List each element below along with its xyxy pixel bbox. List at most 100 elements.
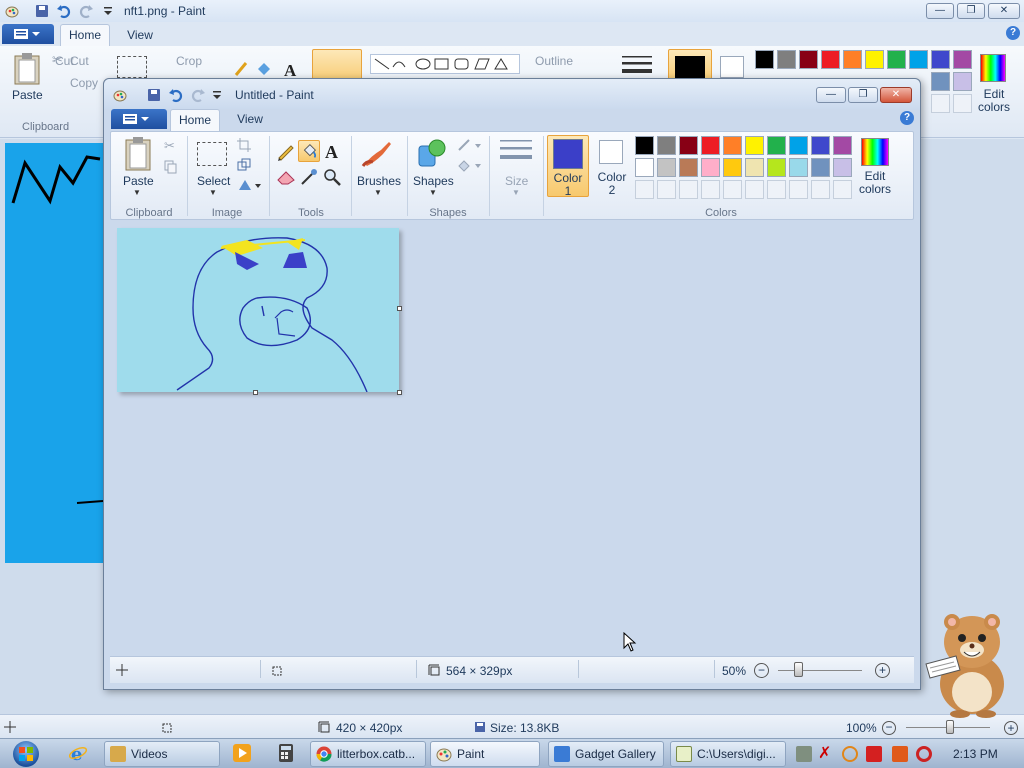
select-icon[interactable] [197, 142, 227, 166]
palette-swatch[interactable] [789, 136, 808, 155]
zoom-out-button[interactable]: − [882, 721, 896, 735]
taskbar-item-paint[interactable]: Paint [430, 741, 540, 767]
custom-swatch[interactable] [789, 180, 808, 199]
save-icon[interactable] [34, 3, 50, 19]
text-icon[interactable]: A [321, 140, 343, 162]
help-icon[interactable]: ? [900, 111, 914, 125]
custom-swatch[interactable] [833, 180, 852, 199]
shape-fill-icon[interactable] [457, 158, 483, 172]
taskbar-item-chrome[interactable]: litterbox.catb... [310, 741, 426, 767]
color2-button[interactable]: Color 2 [591, 135, 633, 197]
custom-swatch[interactable] [931, 94, 950, 113]
brushes-dropdown-icon[interactable]: ▼ [374, 188, 382, 197]
close-button[interactable]: ✕ [988, 3, 1020, 19]
paste-label[interactable]: Paste [123, 174, 154, 188]
paint-menu-button[interactable] [111, 109, 167, 129]
brushes-icon[interactable] [361, 136, 395, 170]
palette-swatch[interactable] [811, 158, 830, 177]
calculator-icon[interactable] [276, 743, 296, 763]
internet-explorer-icon[interactable]: e [68, 743, 88, 763]
palette-swatch[interactable] [701, 136, 720, 155]
canvas-resize-handle-corner[interactable] [397, 390, 402, 395]
palette-swatch[interactable] [701, 158, 720, 177]
cut-text[interactable]: Cut [70, 54, 89, 68]
background-canvas-image[interactable] [5, 143, 104, 563]
tools-icons[interactable]: A [232, 59, 304, 79]
taskbar-item-videos[interactable]: Videos [104, 741, 220, 767]
edit-colors-icon[interactable] [980, 54, 1006, 82]
palette-swatch[interactable] [723, 136, 742, 155]
tray-app-icon[interactable] [796, 746, 812, 762]
paste-dropdown-icon[interactable]: ▼ [133, 188, 141, 197]
palette-swatch[interactable] [755, 50, 774, 69]
canvas-resize-handle-right[interactable] [397, 306, 402, 311]
outline-label[interactable]: Outline [535, 54, 573, 68]
zoom-slider-track[interactable] [778, 670, 862, 671]
edit-colors-label-2[interactable]: colors [855, 182, 895, 196]
tray-flag-icon[interactable] [866, 746, 882, 762]
pencil-icon[interactable] [275, 140, 297, 162]
tab-home[interactable]: Home [60, 24, 110, 46]
rotate-icon[interactable] [237, 178, 261, 192]
palette-swatch[interactable] [657, 158, 676, 177]
palette-swatch[interactable] [887, 50, 906, 69]
zoom-slider-thumb[interactable] [794, 662, 803, 677]
palette-swatch[interactable] [657, 136, 676, 155]
background-title-bar[interactable]: nft1.png - Paint — ❐ ✕ [0, 0, 1024, 22]
bg-color2-swatch[interactable] [720, 56, 744, 78]
undo-icon[interactable] [56, 3, 72, 19]
size-label[interactable]: Size [505, 174, 528, 188]
palette-swatch[interactable] [833, 136, 852, 155]
palette-swatch[interactable] [931, 72, 950, 91]
size-icon[interactable] [499, 138, 533, 164]
outline-icon[interactable] [457, 138, 483, 152]
paste-label[interactable]: Paste [12, 88, 43, 102]
tab-home[interactable]: Home [170, 109, 220, 131]
size-dropdown-icon[interactable]: ▼ [512, 188, 520, 197]
palette-swatch[interactable] [767, 158, 786, 177]
palette-swatch[interactable] [931, 50, 950, 69]
minimize-button[interactable]: — [926, 3, 954, 19]
palette-swatch[interactable] [865, 50, 884, 69]
cut-icon[interactable]: ✂ [164, 138, 175, 154]
start-button-icon[interactable] [4, 739, 48, 768]
palette-swatch[interactable] [789, 158, 808, 177]
taskbar-item-gadget-gallery[interactable]: Gadget Gallery [548, 741, 664, 767]
eraser-icon[interactable] [275, 166, 297, 188]
minimize-button[interactable]: — [816, 87, 846, 103]
select-dropdown-icon[interactable]: ▼ [209, 188, 217, 197]
select-label[interactable]: Select [197, 174, 230, 188]
color-picker-icon[interactable] [298, 166, 320, 188]
customize-qat-icon[interactable] [210, 87, 224, 103]
tray-search-icon[interactable] [842, 746, 858, 762]
palette-swatch[interactable] [799, 50, 818, 69]
paste-icon[interactable] [12, 52, 42, 86]
palette-swatch[interactable] [635, 158, 654, 177]
paint-app-icon[interactable] [4, 3, 20, 19]
custom-swatch[interactable] [657, 180, 676, 199]
media-player-icon[interactable] [232, 743, 252, 763]
taskbar-clock[interactable]: 2:13 PM [953, 747, 998, 761]
drawing-canvas[interactable] [117, 228, 399, 393]
palette-swatch[interactable] [843, 50, 862, 69]
shapes-label[interactable]: Shapes [413, 174, 454, 188]
shapes-gallery[interactable] [370, 54, 520, 74]
palette-swatch[interactable] [767, 136, 786, 155]
tray-volume-icon[interactable] [916, 746, 932, 762]
brushes-label[interactable]: Brushes [357, 174, 401, 188]
tray-network-icon[interactable] [892, 746, 908, 762]
size-icon[interactable] [620, 54, 654, 76]
custom-swatch[interactable] [723, 180, 742, 199]
redo-icon[interactable] [190, 87, 206, 103]
tab-view[interactable]: View [230, 112, 270, 126]
copy-icon[interactable] [164, 160, 178, 174]
zoom-slider-thumb[interactable] [946, 720, 954, 734]
canvas-resize-handle-bottom[interactable] [253, 390, 258, 395]
palette-swatch[interactable] [745, 136, 764, 155]
zoom-in-button[interactable]: + [875, 663, 890, 678]
shapes-icon[interactable] [415, 136, 449, 170]
custom-swatch[interactable] [679, 180, 698, 199]
customize-qat-icon[interactable] [100, 3, 116, 19]
custom-swatch[interactable] [767, 180, 786, 199]
paste-icon[interactable] [123, 136, 153, 172]
